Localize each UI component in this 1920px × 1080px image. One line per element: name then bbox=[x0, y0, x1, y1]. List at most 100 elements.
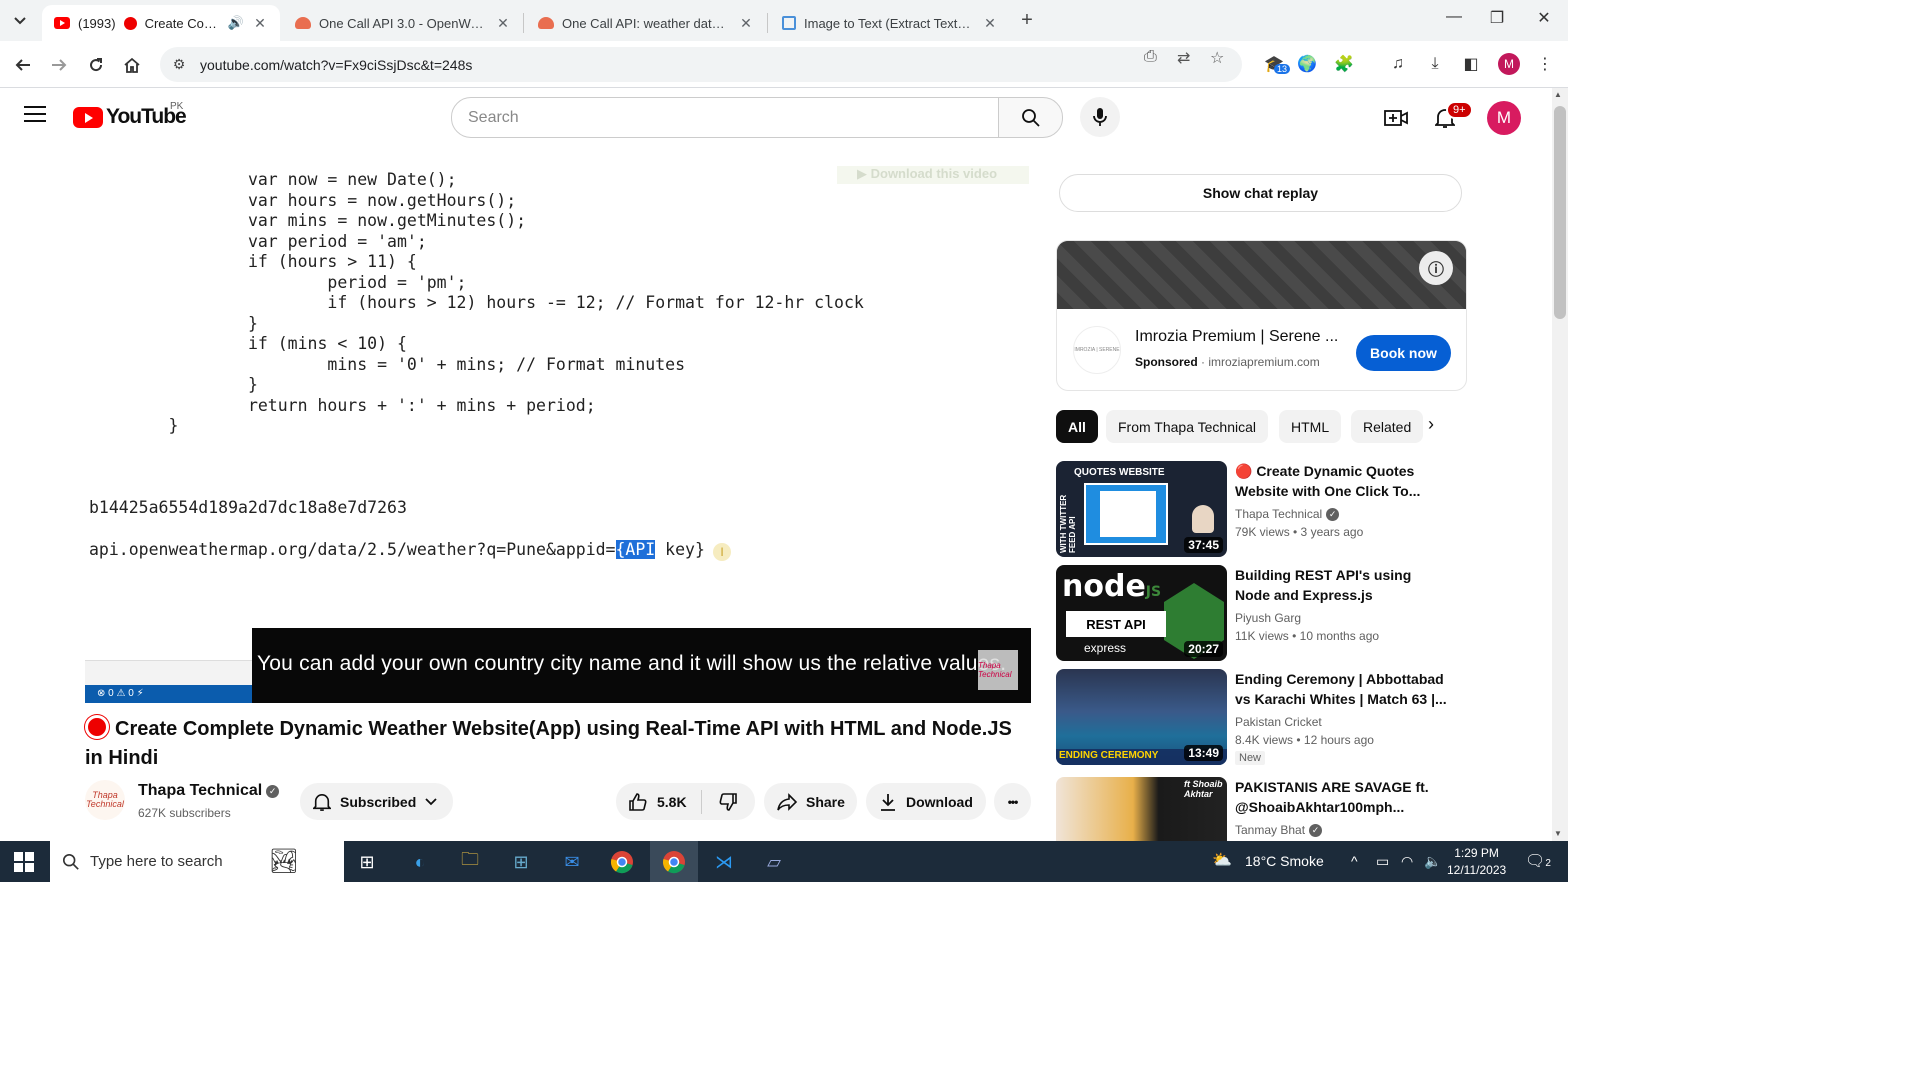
search-input[interactable]: Search bbox=[451, 97, 999, 138]
video-thumbnail[interactable]: ENDING CEREMONY 13:49 bbox=[1056, 669, 1227, 765]
chip-from-thapa-technical[interactable]: From Thapa Technical bbox=[1106, 410, 1268, 443]
forward-button[interactable] bbox=[45, 51, 73, 79]
chrome-profile-avatar[interactable]: M bbox=[1498, 53, 1520, 75]
close-tab-icon[interactable]: ✕ bbox=[738, 15, 754, 32]
back-button[interactable] bbox=[9, 51, 37, 79]
rec-channel-text[interactable]: Tanmay Bhat bbox=[1235, 823, 1305, 837]
tab-image-to-text[interactable]: Image to Text (Extract Text From ✕ bbox=[770, 5, 1010, 41]
menu-hamburger-icon[interactable] bbox=[24, 106, 46, 127]
notification-center-icon[interactable]: 🗨2 bbox=[1525, 851, 1551, 871]
url-text[interactable]: youtube.com/watch?v=Fx9ciSsjDsc&t=248s bbox=[200, 57, 1242, 73]
tab-openweather-2[interactable]: One Call API: weather data for a ✕ bbox=[526, 5, 766, 41]
show-chat-replay-button[interactable]: Show chat replay bbox=[1059, 174, 1462, 212]
book-now-button[interactable]: Book now bbox=[1356, 335, 1451, 371]
translate-icon[interactable]: ⇄ bbox=[1177, 48, 1190, 68]
ad-title[interactable]: Imrozia Premium | Serene ... bbox=[1135, 328, 1365, 346]
video-thumbnail[interactable]: ft Shoaib Akhtar bbox=[1056, 777, 1227, 841]
home-button[interactable] bbox=[118, 51, 146, 79]
battery-icon[interactable]: ▭ bbox=[1376, 853, 1389, 870]
extension-globe-icon[interactable]: 🌍 bbox=[1295, 52, 1319, 76]
bookmark-star-icon[interactable]: ☆ bbox=[1210, 48, 1224, 68]
list-item[interactable]: ENDING CEREMONY 13:49 Ending Ceremony | … bbox=[1056, 669, 1456, 765]
close-tab-icon[interactable]: ✕ bbox=[252, 15, 268, 32]
chrome-icon[interactable] bbox=[607, 847, 637, 877]
windows-start-icon[interactable] bbox=[14, 852, 34, 872]
chip-related[interactable]: Related bbox=[1351, 410, 1423, 443]
vscode-icon[interactable]: ⋊ bbox=[709, 847, 739, 877]
rec-title[interactable]: PAKISTANIS ARE SAVAGE ft. @ShoaibAkhtar1… bbox=[1235, 777, 1450, 817]
downloads-icon[interactable]: ⤓ bbox=[1423, 52, 1447, 76]
download-button[interactable]: Download bbox=[866, 783, 986, 820]
dislike-button[interactable] bbox=[702, 792, 754, 812]
list-item[interactable]: ft Shoaib Akhtar PAKISTANIS ARE SAVAGE f… bbox=[1056, 777, 1456, 841]
extension-graduation-icon[interactable]: 🎓 13 bbox=[1262, 52, 1291, 76]
scroll-down-icon[interactable]: ▼ bbox=[1554, 829, 1562, 838]
video-thumbnail[interactable]: QUOTES WEBSITE WITH TWITTER FEED API 37:… bbox=[1056, 461, 1227, 557]
task-view-icon[interactable]: ⊞ bbox=[352, 847, 382, 877]
rec-channel[interactable]: Pakistan Cricket bbox=[1235, 715, 1322, 729]
rec-title[interactable]: Building REST API's using Node and Expre… bbox=[1235, 565, 1450, 605]
side-panel-icon[interactable]: ◧ bbox=[1459, 52, 1483, 76]
tab-search-button[interactable] bbox=[6, 7, 34, 35]
file-explorer-icon[interactable]: 🗀 bbox=[455, 847, 485, 877]
chrome-menu-icon[interactable]: ⋮ bbox=[1533, 52, 1557, 76]
tab-youtube[interactable]: (1993) Create Complete 🔊 ✕ bbox=[42, 5, 280, 41]
rec-channel[interactable]: Thapa Technical ✓ bbox=[1235, 507, 1340, 521]
taskbar-search-input[interactable]: Type here to search 🏞 bbox=[50, 841, 344, 882]
scroll-up-icon[interactable]: ▲ bbox=[1554, 90, 1562, 99]
close-tab-icon[interactable]: ✕ bbox=[982, 15, 998, 32]
video-player[interactable]: var now = new Date(); var hours = now.ge… bbox=[85, 160, 1031, 703]
address-bar[interactable]: ⚙ youtube.com/watch?v=Fx9ciSsjDsc&t=248s bbox=[160, 47, 1242, 82]
sponsored-ad-card[interactable]: ⓘ IMROZIA | SERENE Imrozia Premium | Ser… bbox=[1056, 240, 1467, 391]
tray-chevron-up-icon[interactable]: ^ bbox=[1351, 853, 1358, 869]
weather-text[interactable]: 18°C Smoke bbox=[1245, 853, 1324, 869]
rec-title[interactable]: 🔴 Create Dynamic Quotes Website with One… bbox=[1235, 461, 1450, 501]
share-button[interactable]: Share bbox=[764, 783, 857, 820]
search-highlight-icon[interactable]: 🏞 bbox=[269, 847, 299, 876]
restore-button[interactable]: ❐ bbox=[1474, 8, 1520, 28]
install-app-icon[interactable]: ⎙ bbox=[1144, 48, 1157, 66]
video-thumbnail[interactable]: nodeJS REST API express 20:27 bbox=[1056, 565, 1227, 661]
reload-button[interactable] bbox=[82, 51, 110, 79]
chevron-right-icon[interactable]: › bbox=[1428, 414, 1434, 435]
ad-info-icon[interactable]: ⓘ bbox=[1419, 251, 1453, 285]
avatar[interactable]: M bbox=[1487, 101, 1521, 135]
microsoft-store-icon[interactable]: ⊞ bbox=[506, 847, 536, 877]
minimize-button[interactable]: — bbox=[1431, 8, 1477, 26]
speaker-icon[interactable]: 🔊 bbox=[228, 15, 244, 31]
channel-watermark[interactable]: Thapa Technical bbox=[978, 650, 1018, 690]
rec-channel-text[interactable]: Thapa Technical bbox=[1235, 507, 1322, 521]
create-button[interactable] bbox=[1383, 105, 1409, 131]
voice-search-button[interactable] bbox=[1080, 97, 1120, 137]
close-tab-icon[interactable]: ✕ bbox=[495, 15, 511, 32]
list-item[interactable]: nodeJS REST API express 20:27 Building R… bbox=[1056, 565, 1456, 661]
mail-icon[interactable]: ✉ bbox=[557, 847, 587, 877]
tab-openweather-1[interactable]: One Call API 3.0 - OpenWeather ✕ bbox=[283, 5, 523, 41]
media-control-icon[interactable]: ♫ bbox=[1386, 52, 1410, 76]
chip-html[interactable]: HTML bbox=[1279, 410, 1342, 443]
like-button[interactable]: 5.8K bbox=[616, 789, 702, 814]
rec-channel[interactable]: Tanmay Bhat ✓ bbox=[1235, 823, 1323, 837]
ad-banner-image[interactable] bbox=[1057, 241, 1466, 309]
new-tab-button[interactable]: + bbox=[1015, 9, 1039, 32]
more-actions-button[interactable]: ••• bbox=[994, 783, 1031, 820]
volume-icon[interactable]: 🔈 bbox=[1424, 853, 1441, 870]
extensions-puzzle-icon[interactable]: 🧩 bbox=[1332, 52, 1356, 76]
search-button[interactable] bbox=[998, 97, 1063, 138]
rec-channel[interactable]: Piyush Garg bbox=[1235, 611, 1301, 625]
rec-title[interactable]: Ending Ceremony | Abbottabad vs Karachi … bbox=[1235, 669, 1450, 709]
scrollbar-thumb[interactable] bbox=[1554, 106, 1566, 319]
list-item[interactable]: QUOTES WEBSITE WITH TWITTER FEED API 37:… bbox=[1056, 461, 1456, 557]
channel-name[interactable]: Thapa Technical ✓ bbox=[138, 782, 280, 800]
ad-logo[interactable]: IMROZIA | SERENE bbox=[1073, 326, 1121, 374]
site-info-icon[interactable]: ⚙ bbox=[170, 56, 188, 73]
edge-browser-icon[interactable]: ◐ bbox=[405, 847, 435, 877]
wifi-icon[interactable]: ◠ bbox=[1401, 853, 1413, 870]
channel-avatar[interactable]: Thapa Technical bbox=[85, 780, 125, 820]
chip-all[interactable]: All bbox=[1056, 410, 1098, 443]
subscribed-button[interactable]: Subscribed bbox=[300, 783, 453, 820]
youtube-logo[interactable]: YouTube bbox=[73, 105, 187, 129]
chrome-profile-icon[interactable] bbox=[659, 847, 689, 877]
close-window-button[interactable]: ✕ bbox=[1521, 8, 1567, 28]
system-clock[interactable]: 1:29 PM 12/11/2023 bbox=[1447, 845, 1506, 879]
